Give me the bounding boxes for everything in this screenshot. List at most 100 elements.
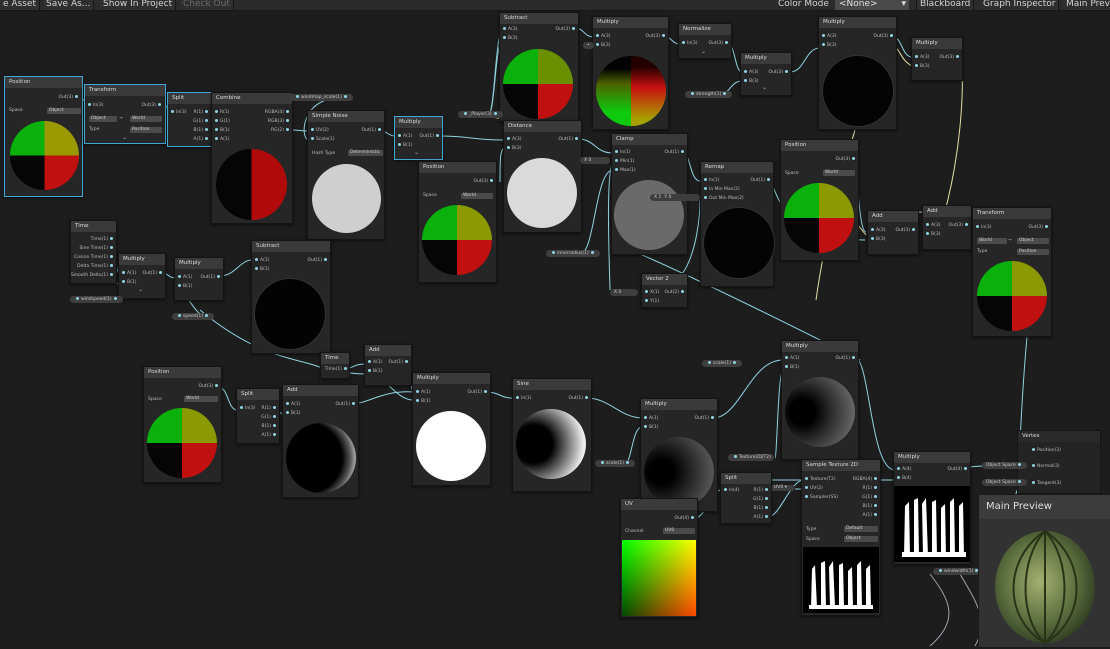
output-port[interactable]: Out(1) [307,258,329,263]
multiply-node[interactable]: Multiply A(1) B(1) Out(1) [174,257,224,301]
input-port-a[interactable]: A(3) [505,137,521,142]
subtract-node[interactable]: Subtract A(3) B(3) Out(3) [499,12,579,122]
output-port[interactable]: Out(1) [694,416,716,421]
input-port-b[interactable]: B(3) [913,64,929,69]
space-dropdown[interactable]: World [461,193,493,199]
input-port-b[interactable]: B(3) [501,36,517,41]
input-port-normal[interactable]: Normal(3) [1030,464,1060,469]
output-port-a[interactable]: A(1) [754,515,770,520]
input-port-a[interactable]: A(1) [284,402,300,407]
input-port-min[interactable]: Min(1) [613,159,634,164]
input-port-g[interactable]: G(1) [213,119,230,124]
main-preview-panel[interactable]: Main Preview [978,494,1110,648]
output-port-b[interactable]: B(1) [194,128,210,133]
input-port-a[interactable]: A(3) [913,55,929,60]
multiply-node[interactable]: Multiply A(3) B(3) Out(3) [592,16,669,130]
output-port[interactable]: Out(3) [645,34,667,39]
property-node-windwidth[interactable]: windwidth(1) [933,568,985,575]
to-space-dropdown[interactable]: Object [1017,238,1049,244]
combine-node[interactable]: Combine R(1) G(1) B(1) A(1) RGBA(4) RGB(… [211,92,293,224]
multiply-node[interactable]: Multiply A(1) B(1) Out(1) ⌄ [118,253,166,299]
input-port-b[interactable]: B(1) [366,369,382,374]
input-port-r[interactable]: R(1) [213,110,230,115]
sine-node[interactable]: Sine In(1) Out(1) [512,378,592,492]
channel-dropdown[interactable]: UV0 [663,528,695,534]
input-port-position[interactable]: Position(3) [1030,448,1061,453]
output-port[interactable]: Out(3) [141,103,163,108]
output-port[interactable]: Out(1) [200,275,222,280]
output-port[interactable]: Out(1) [335,402,357,407]
input-port-b[interactable]: B(3) [505,146,521,151]
multiply-node[interactable]: Multiply A(3) B(3) Out(3) [911,37,963,81]
output-port[interactable]: Out(1) [558,137,580,142]
output-port[interactable]: Out(1) [388,360,410,365]
multiply-node[interactable]: Multiply A(1) B(1) Out(1) [640,398,718,512]
property-node-scale[interactable]: scale(1) [595,460,635,467]
input-port-a[interactable]: A(1) [213,137,229,142]
multiply-node[interactable]: Multiply A(1) B(1) Out(1) [781,340,859,460]
input-port-a[interactable]: A(3) [820,34,836,39]
multiply-node[interactable]: Multiply A(3) B(3) Out(3) [818,16,897,130]
input-port-a[interactable]: A(1) [783,356,799,361]
input-port-tangent[interactable]: Tangent(3) [1030,481,1061,486]
output-port-smooth[interactable]: Smooth Delta(1) [71,273,115,278]
space-dropdown[interactable]: World [184,396,218,402]
output-port[interactable]: Out(3) [939,55,961,60]
input-port-b[interactable]: B(1) [120,280,136,285]
from-space-dropdown[interactable]: World [977,238,1007,244]
space-dropdown[interactable]: Object [844,536,878,542]
tangent-space-field[interactable]: Object Space [982,479,1027,486]
output-port[interactable]: Out(1) [835,356,857,361]
x-value-field[interactable]: X 0 [610,289,638,296]
property-node-windspeed[interactable]: windspeed(1) [70,296,123,303]
to-space-dropdown[interactable]: World [130,116,162,122]
from-space-dropdown[interactable]: Object [89,116,117,122]
input-port-in-min-max[interactable]: In Min Max(2) [702,187,740,192]
chevron-down-icon[interactable]: ⌄ [122,134,127,141]
output-port[interactable]: Out(3) [555,27,577,32]
input-port-in[interactable]: In(1) [702,178,720,183]
output-port[interactable]: Out(3) [1028,225,1050,230]
output-port[interactable]: Out(1) [361,128,383,133]
output-port-r[interactable]: R(1) [261,406,278,411]
input-port[interactable]: In(3) [86,103,104,108]
output-port-r[interactable]: R(1) [193,110,210,115]
type-dropdown[interactable]: Position [1017,249,1049,255]
input-port-b[interactable]: B(3) [820,43,836,48]
input-port-b[interactable]: B(1) [253,267,269,272]
output-port[interactable]: Out(3) [473,179,495,184]
output-port-rgba[interactable]: RGBA(4) [265,110,291,115]
input-port-b[interactable]: B(3) [594,43,610,48]
transform-node[interactable]: Transform In(3) Out(3) Object → World Ty… [84,84,166,144]
add-node[interactable]: Add A(1) B(1) Out(1) [282,384,359,498]
input-port[interactable]: In(3) [169,110,187,115]
input-port-b[interactable]: B(1) [396,143,412,148]
input-port-a[interactable]: A(3) [924,223,940,228]
output-port[interactable]: Out(1) [750,178,772,183]
type-dropdown[interactable]: Position [130,127,162,133]
input-port-a[interactable]: A(1) [120,271,136,276]
time-node[interactable]: Time Time(1) Sine Time(1) Cosine Time(1)… [70,220,117,284]
input-port-out-min-max[interactable]: Out Min Max(2) [702,196,744,201]
output-port-delta[interactable]: Delta Time(1) [77,264,115,269]
sample-texture-2d-node[interactable]: Sample Texture 2D Texture(T2) UV(2) Samp… [801,459,881,616]
input-port-a[interactable]: A(3) [501,27,517,32]
input-port-uv[interactable]: UV(2) [803,486,823,491]
input-port[interactable]: In(3) [238,406,256,411]
add-node[interactable]: Add A(3) B(3) Out(3) [922,205,972,250]
chevron-down-icon[interactable]: ⌄ [414,149,419,156]
output-port-sine[interactable]: Sine Time(1) [79,246,115,251]
output-port-a[interactable]: A(1) [262,433,278,438]
output-port-rgb[interactable]: RGB(3) [268,119,291,124]
output-port[interactable]: Out(1) [419,134,441,139]
vector-input[interactable]: • [583,42,594,49]
input-port-uv[interactable]: UV(2) [309,128,329,133]
output-port-a[interactable]: A(1) [194,137,210,142]
output-port-cosine[interactable]: Cosine Time(1) [74,255,115,260]
simple-noise-node[interactable]: Simple Noise UV(2) Scale(1) Out(1) Hash … [307,110,385,240]
property-node-scale[interactable]: scale(1) [702,360,742,367]
multiply-node[interactable]: Multiply A(3) B(3) Out(3) ⌄ [740,52,792,96]
add-node[interactable]: Add A(3) B(3) Out(3) [867,210,919,255]
input-port-a[interactable]: A(1) [366,360,382,365]
input-port-scale[interactable]: Scale(1) [309,137,334,142]
